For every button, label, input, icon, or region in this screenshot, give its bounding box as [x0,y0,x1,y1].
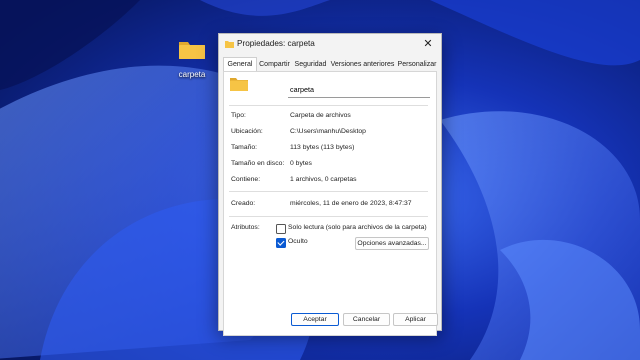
contains-value: 1 archivos, 0 carpetas [290,176,357,183]
location-label: Ubicación: [231,128,263,135]
attributes-label: Atributos: [231,224,260,231]
hidden-checkbox[interactable] [276,238,286,248]
tab-strip: General Compartir Seguridad Versiones an… [223,57,438,73]
folder-icon [230,78,248,91]
tab-personalizar[interactable]: Personalizar [396,57,438,72]
folder-icon [225,41,234,48]
folder-icon [179,42,205,59]
folder-name-input[interactable] [288,83,430,98]
type-value: Carpeta de archivos [290,112,351,119]
readonly-label: Solo lectura (solo para archivos de la c… [288,224,427,231]
size-on-disk-value: 0 bytes [290,160,312,167]
dialog-title: Propiedades: carpeta [237,39,315,48]
type-label: Tipo: [231,112,246,119]
cancel-button[interactable]: Cancelar [343,313,390,326]
divider [229,191,428,192]
tab-versiones-anteriores[interactable]: Versiones anteriores [329,57,396,72]
divider [229,216,428,217]
ok-button[interactable]: Aceptar [291,313,339,326]
contains-label: Contiene: [231,176,261,183]
apply-button[interactable]: Aplicar [393,313,438,326]
created-label: Creado: [231,200,256,207]
desktop-folder-shortcut[interactable]: carpeta [170,38,214,79]
size-value: 113 bytes (113 bytes) [290,144,355,151]
created-value: miércoles, 11 de enero de 2023, 8:47:37 [290,200,412,207]
properties-dialog: Propiedades: carpeta ✕ General Compartir… [218,33,442,336]
desktop-folder-label: carpeta [178,70,206,79]
divider [229,105,428,106]
readonly-checkbox[interactable] [276,224,286,234]
tab-compartir[interactable]: Compartir [257,57,292,72]
hidden-label: Oculto [288,238,308,245]
tab-seguridad[interactable]: Seguridad [292,57,329,72]
size-on-disk-label: Tamaño en disco: [231,160,285,167]
advanced-options-button[interactable]: Opciones avanzadas... [355,237,429,250]
location-value: C:\Users\manhu\Desktop [290,128,366,135]
size-label: Tamaño: [231,144,258,151]
dialog-titlebar[interactable]: Propiedades: carpeta ✕ [219,34,441,54]
close-icon[interactable]: ✕ [421,37,435,51]
